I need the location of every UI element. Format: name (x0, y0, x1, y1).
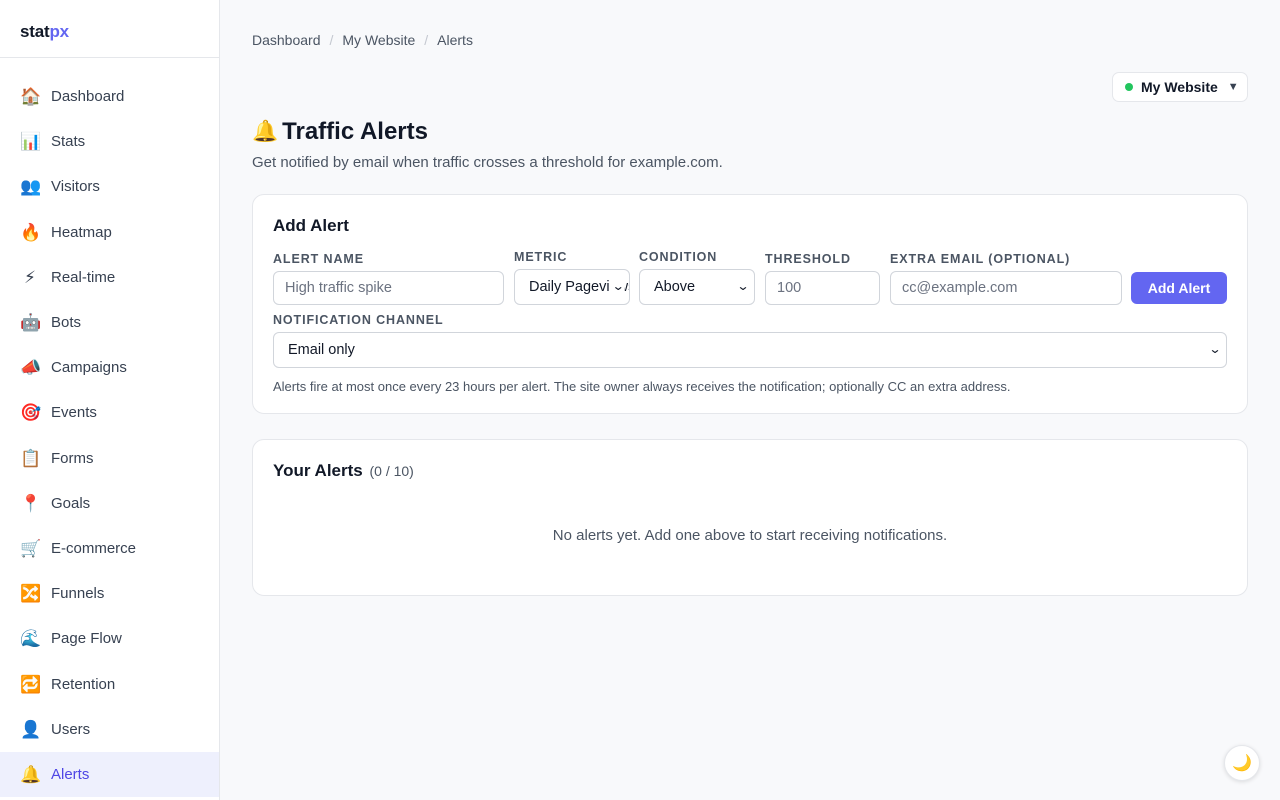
sidebar-item-e-commerce[interactable]: 🛒 E-commerce (0, 526, 219, 571)
threshold-input[interactable]: 100 (765, 271, 880, 305)
people-icon: 👥 (20, 177, 42, 197)
sidebar-item-label: Real-time (51, 268, 116, 286)
alert-name-label: ALERT NAME (273, 252, 364, 266)
sidebar-item-retention[interactable]: 🔁 Retention (0, 661, 219, 706)
alert-name-input[interactable]: High traffic spike (273, 271, 504, 305)
sidebar-item-forms[interactable]: 📋 Forms (0, 436, 219, 481)
condition-select[interactable]: Above ⌄ (639, 269, 755, 305)
sidebar-item-label: Visitors (51, 178, 100, 196)
repeat-icon: 🔁 (20, 674, 42, 694)
notification-channel-select[interactable]: Email only ⌄ (273, 332, 1227, 368)
site-status-dot (1125, 83, 1133, 91)
breadcrumb-separator: / (424, 32, 429, 48)
chevron-down-icon: ⌄ (609, 279, 625, 293)
notification-channel-label: NOTIFICATION CHANNEL (273, 313, 444, 327)
robot-icon: 🤖 (20, 313, 42, 333)
breadcrumb-site[interactable]: My Website (342, 32, 415, 48)
bell-icon: 🔔 (20, 764, 42, 784)
sidebar-nav: 🏠 Dashboard 📊 Stats 👥 Visitors 🔥 Heatmap ⚡ Real-t… (0, 58, 219, 797)
fire-icon: 🔥 (20, 222, 42, 242)
sidebar-item-real-time[interactable]: ⚡ Real-time (0, 255, 219, 300)
brand-part-2: px (49, 22, 69, 41)
condition-select-value: Above (654, 279, 696, 295)
clipboard-icon: 📋 (20, 448, 42, 468)
sidebar-item-page-flow[interactable]: 🌊 Page Flow (0, 616, 219, 661)
empty-state-message: No alerts yet. Add one above to start re… (552, 527, 948, 544)
sidebar-item-events[interactable]: 🎯 Events (0, 390, 219, 435)
cart-icon: 🛒 (20, 538, 42, 558)
moon-icon: 🌙 (1232, 755, 1252, 772)
alert-hint: Alerts fire at most once every 23 hours … (273, 379, 1011, 394)
metric-select[interactable]: Daily Pageviews ⌄ (514, 269, 630, 305)
sidebar: statpx 🏠 Dashboard 📊 Stats 👥 Visitors 🔥 Heatmap… (0, 0, 220, 800)
sidebar-item-dashboard[interactable]: 🏠 Dashboard (0, 74, 219, 119)
sidebar-item-funnels[interactable]: 🔀 Funnels (0, 571, 219, 616)
sidebar-item-label: Users (51, 720, 91, 738)
brand-logo[interactable]: statpx (0, 0, 219, 58)
sidebar-item-stats[interactable]: 📊 Stats (0, 119, 219, 164)
extra-email-input[interactable]: cc@example.com (890, 271, 1122, 305)
sidebar-item-label: Events (51, 404, 97, 422)
condition-label: CONDITION (639, 250, 718, 264)
page-title: 🔔 Traffic Alerts (252, 118, 428, 146)
extra-email-label: EXTRA EMAIL (OPTIONAL) (890, 252, 1071, 266)
metric-label: METRIC (514, 250, 568, 264)
wave-icon: 🌊 (20, 629, 42, 649)
sidebar-item-label: Page Flow (51, 630, 122, 648)
bell-icon: 🔔 (252, 120, 279, 143)
add-alert-button[interactable]: Add Alert (1131, 272, 1227, 304)
sidebar-item-label: Campaigns (51, 359, 127, 377)
breadcrumb-dashboard[interactable]: Dashboard (252, 32, 321, 48)
sidebar-item-label: Funnels (51, 585, 105, 603)
sidebar-item-label: Forms (51, 449, 94, 467)
sidebar-item-users[interactable]: 👤 Users (0, 707, 219, 752)
sidebar-item-label: Heatmap (51, 223, 112, 241)
chevron-down-icon: ⌄ (1208, 342, 1222, 356)
sidebar-item-label: Retention (51, 675, 116, 693)
bar-chart-icon: 📊 (20, 132, 42, 152)
threshold-label: THRESHOLD (765, 252, 851, 266)
sidebar-item-label: Dashboard (51, 88, 125, 106)
breadcrumb: Dashboard / My Website / Alerts (252, 32, 473, 48)
sidebar-item-visitors[interactable]: 👥 Visitors (0, 164, 219, 209)
chevron-down-icon: ⌄ (736, 279, 750, 293)
brand-part-1: stat (20, 22, 50, 41)
caret-down-icon: ▼ (1227, 81, 1239, 93)
sidebar-item-label: Goals (51, 494, 91, 512)
site-selector[interactable]: My Website ▼ (1112, 72, 1248, 102)
home-icon: 🏠 (20, 87, 42, 107)
site-selector-label: My Website (1141, 79, 1218, 95)
sidebar-item-label: Alerts (51, 765, 90, 783)
sidebar-item-campaigns[interactable]: 📣 Campaigns (0, 345, 219, 390)
page-subtitle: Get notified by email when traffic cross… (252, 154, 723, 171)
sidebar-item-goals[interactable]: 📍 Goals (0, 481, 219, 526)
notification-channel-value: Email only (288, 342, 355, 358)
add-alert-card: Add Alert ALERT NAME High traffic spike … (252, 194, 1248, 414)
target-icon: 🎯 (20, 403, 42, 423)
alerts-count: (0 / 10) (369, 463, 414, 479)
shuffle-icon: 🔀 (20, 584, 42, 604)
your-alerts-card: Your Alerts (0 / 10) No alerts yet. Add … (252, 439, 1248, 596)
sidebar-item-label: E-commerce (51, 539, 137, 557)
your-alerts-title: Your Alerts (273, 461, 363, 480)
megaphone-icon: 📣 (20, 358, 42, 378)
pin-icon: 📍 (20, 493, 42, 513)
sidebar-item-heatmap[interactable]: 🔥 Heatmap (0, 210, 219, 255)
theme-toggle-button[interactable]: 🌙 (1224, 745, 1260, 781)
sidebar-item-bots[interactable]: 🤖 Bots (0, 300, 219, 345)
user-icon: 👤 (20, 719, 42, 739)
sidebar-item-alerts[interactable]: 🔔 Alerts (0, 751, 219, 797)
breadcrumb-current: Alerts (437, 32, 473, 48)
sidebar-item-label: Bots (51, 314, 82, 332)
page-title-text: Traffic Alerts (282, 118, 428, 145)
your-alerts-heading: Your Alerts (0 / 10) (273, 461, 414, 481)
lightning-icon: ⚡ (24, 267, 36, 287)
sidebar-item-label: Stats (51, 133, 86, 151)
add-alert-heading: Add Alert (273, 216, 349, 235)
breadcrumb-separator: / (329, 32, 334, 48)
